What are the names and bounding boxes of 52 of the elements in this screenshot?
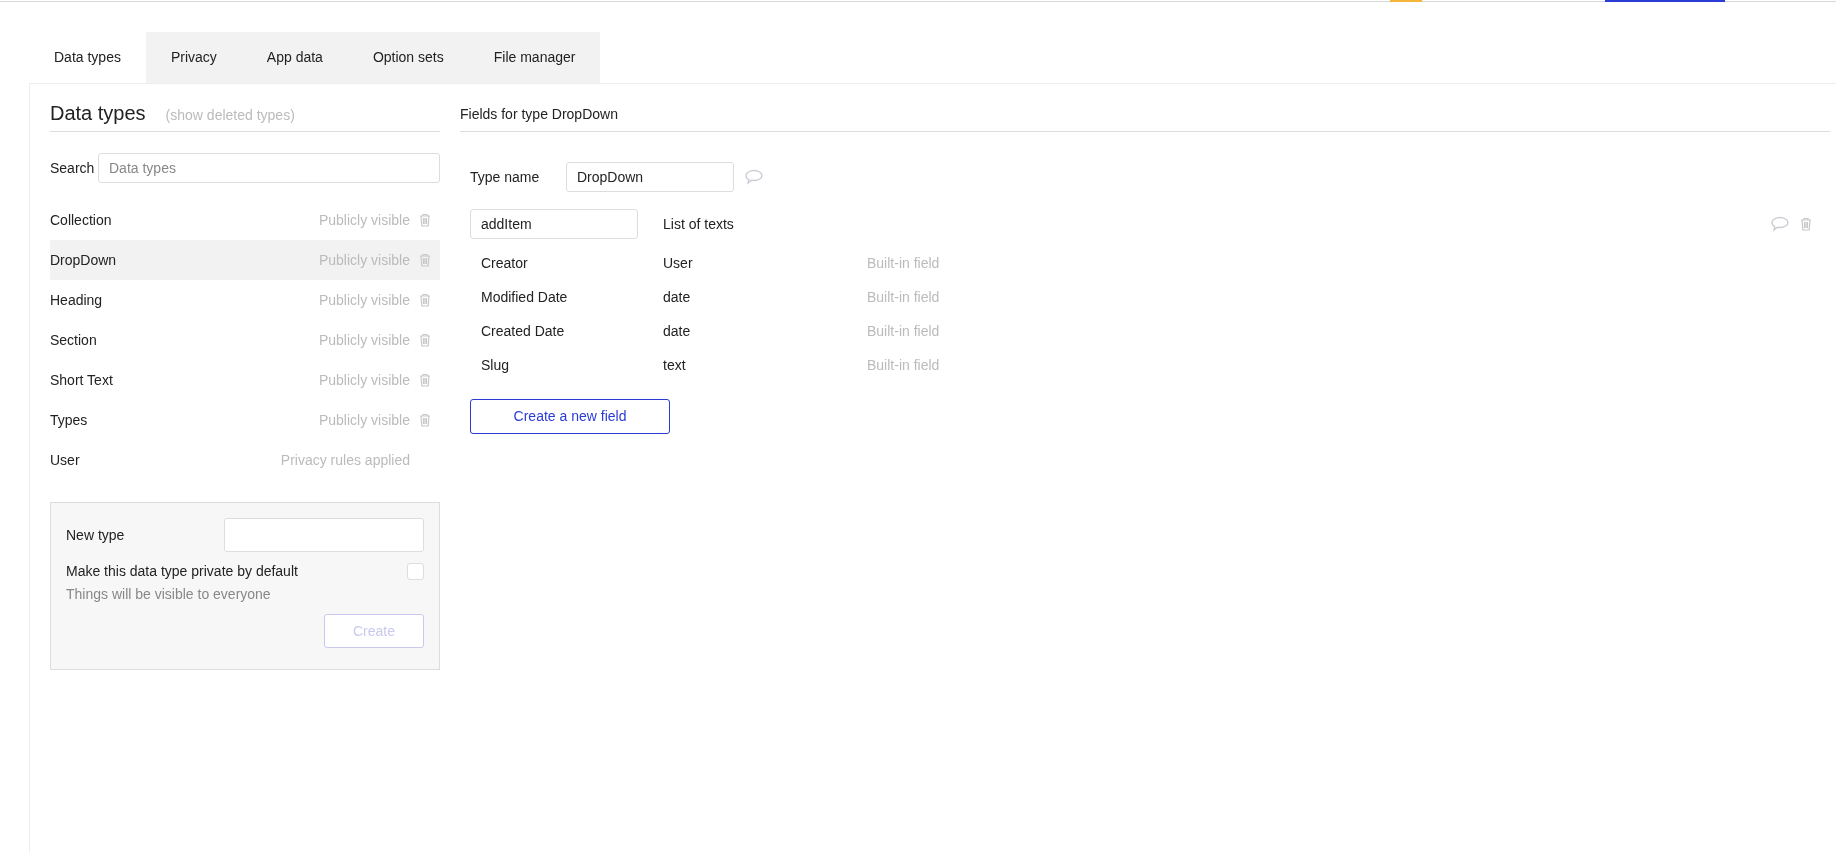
comment-icon[interactable] <box>744 169 764 185</box>
field-name: Modified Date <box>480 287 569 307</box>
field-name: Creator <box>480 253 529 273</box>
delete-icon[interactable] <box>419 373 431 387</box>
type-name: Short Text <box>50 370 114 390</box>
privacy-status: Publicly visible <box>318 370 410 390</box>
type-name: Heading <box>50 290 104 310</box>
trash-icon[interactable] <box>1800 217 1812 231</box>
create-field-button[interactable]: Create a new field <box>470 399 670 434</box>
search-label: Search <box>50 158 96 178</box>
comment-icon[interactable] <box>1770 216 1790 232</box>
type-name: DropDown <box>50 250 118 270</box>
private-label: Make this data type private by default <box>66 562 298 581</box>
privacy-status: Publicly visible <box>318 410 410 430</box>
search-field[interactable]: Data types <box>98 153 440 183</box>
field-type: List of texts <box>663 214 735 234</box>
delete-icon[interactable] <box>419 333 431 347</box>
private-hint: Things will be visible to everyone <box>66 585 272 604</box>
built-in-note: Built-in field <box>867 253 940 273</box>
panel-title: Data types <box>50 101 146 126</box>
field-type: text <box>663 355 687 375</box>
privacy-status: Publicly visible <box>318 210 410 230</box>
field-name-input[interactable]: addItem <box>470 209 638 239</box>
built-in-note: Built-in field <box>867 287 940 307</box>
privacy-status: Publicly visible <box>318 290 410 310</box>
field-name: Slug <box>480 355 511 375</box>
type-name: Collection <box>50 210 113 230</box>
field-type: User <box>663 253 694 273</box>
type-name-label: Type name <box>470 167 541 187</box>
new-type-label: New type <box>66 525 125 545</box>
field-type: date <box>663 287 692 307</box>
tab[interactable]: Privacy <box>145 32 242 83</box>
field-name: Created Date <box>480 321 566 341</box>
new-type-field[interactable] <box>224 518 424 552</box>
delete-icon[interactable] <box>419 293 431 307</box>
type-name-field[interactable]: DropDown <box>566 162 734 192</box>
type-name: Section <box>50 330 98 350</box>
tab[interactable]: File manager <box>468 32 601 83</box>
fields-title: Fields for type DropDown <box>460 105 618 124</box>
tab[interactable]: App data <box>241 32 348 83</box>
delete-icon[interactable] <box>419 253 431 267</box>
built-in-note: Built-in field <box>867 355 940 375</box>
field-type: date <box>663 321 692 341</box>
privacy-status: Publicly visible <box>318 330 410 350</box>
built-in-note: Built-in field <box>867 321 940 341</box>
tab[interactable]: Option sets <box>347 32 469 83</box>
type-name: Types <box>50 410 89 430</box>
delete-icon[interactable] <box>419 213 431 227</box>
delete-icon[interactable] <box>419 413 431 427</box>
private-checkbox[interactable] <box>407 563 424 580</box>
privacy-status: Privacy rules applied <box>280 450 410 470</box>
type-name: User <box>50 450 81 470</box>
